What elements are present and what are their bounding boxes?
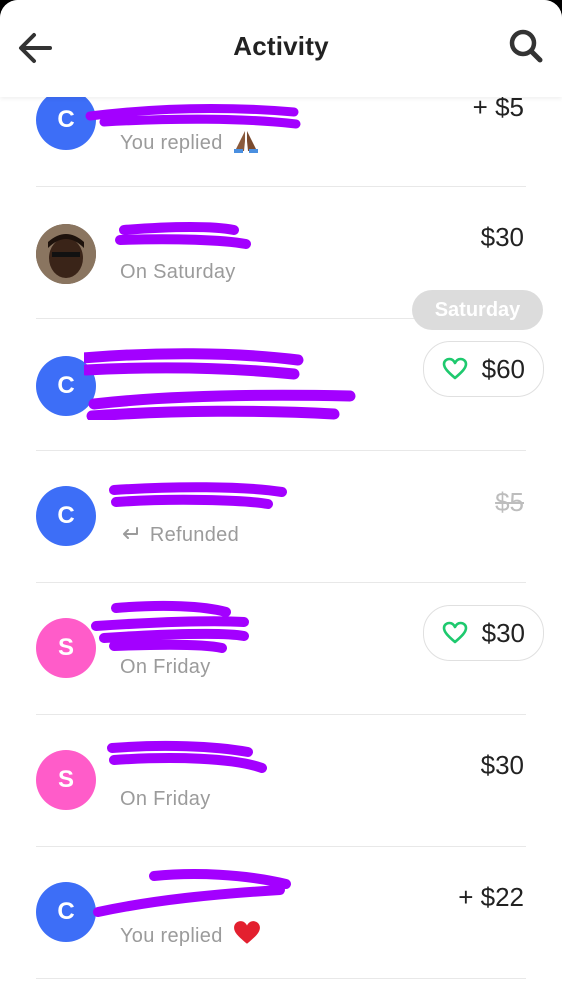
activity-row[interactable]: C Refunded $5 (0, 450, 562, 582)
heart-outline-icon (442, 357, 467, 380)
row-subtitle: You replied (120, 129, 259, 155)
activity-row[interactable]: S On Friday $30 (0, 582, 562, 714)
row-amount: $30 (481, 617, 525, 648)
amount-pill[interactable]: $30 (422, 605, 544, 661)
row-amount: $5 (495, 487, 524, 517)
heart-outline-icon (442, 621, 467, 644)
row-amount: $30 (480, 750, 524, 780)
praying-hands-icon (233, 131, 258, 153)
divider (36, 978, 526, 979)
amount-pill[interactable]: $60 (422, 341, 544, 397)
activity-row[interactable]: C $60 (0, 318, 562, 450)
refund-arrow-icon (123, 527, 138, 539)
page-title: Activity (233, 31, 329, 61)
activity-list: C You replied + $5 On Saturday $30 Satur… (0, 0, 562, 1000)
row-subtitle: On Friday (120, 788, 211, 810)
row-subtitle: On Friday (120, 656, 211, 678)
redaction-mark (84, 348, 356, 420)
row-amount: $30 (480, 222, 524, 252)
activity-screen: Activity C You replied + $5 On Saturday … (0, 0, 562, 1000)
row-amount: + $22 (458, 882, 524, 912)
top-bar: Activity (0, 0, 562, 97)
row-subtitle: You replied (120, 920, 261, 948)
row-subtitle: On Saturday (120, 261, 236, 283)
heart-emoji-icon (233, 921, 260, 944)
activity-row[interactable]: S On Friday $30 (0, 714, 562, 846)
search-icon (509, 29, 543, 63)
activity-row[interactable]: C You replied + $22 (0, 846, 562, 978)
search-button[interactable] (504, 24, 548, 68)
row-amount: $60 (481, 353, 525, 384)
row-subtitle: Refunded (120, 524, 239, 547)
date-chip: Saturday (412, 290, 543, 330)
